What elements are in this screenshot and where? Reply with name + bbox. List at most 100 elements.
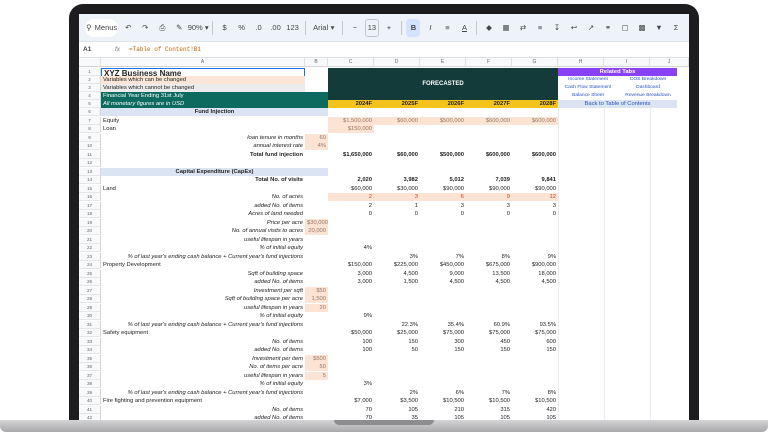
value-cell[interactable]: $10,500	[512, 397, 558, 405]
row-header[interactable]: 33	[79, 337, 101, 346]
value-cell[interactable]: $150,000	[328, 261, 374, 269]
row-header[interactable]: 40	[79, 397, 101, 405]
value-cell[interactable]: $675,000	[466, 261, 512, 269]
value-cell[interactable]: 70	[328, 414, 374, 420]
increase-decimal-button[interactable]: .00	[269, 19, 283, 37]
value-cell[interactable]: $600,000	[466, 116, 512, 125]
value-cell[interactable]: 12	[512, 193, 558, 201]
value-cell[interactable]: 1,500	[374, 278, 420, 286]
cos-breakdown-link[interactable]: COS Breakdown	[618, 76, 678, 84]
value-cell[interactable]: 18,000	[512, 270, 558, 278]
value-cell[interactable]: $50,000	[328, 329, 374, 337]
row-header[interactable]: 21	[79, 235, 101, 244]
balance-sheet-link[interactable]: Balance Sheet	[558, 92, 618, 100]
value-cell[interactable]: 6	[420, 193, 466, 201]
row-label-cell[interactable]: Acres of land needed	[101, 210, 305, 218]
print-icon[interactable]: ⎙	[155, 19, 169, 37]
value-cell[interactable]: 5	[305, 371, 328, 380]
value-cell[interactable]: $90,000	[420, 185, 466, 193]
value-cell[interactable]: 9,000	[420, 270, 466, 278]
dashboard-link[interactable]: Dashboard	[618, 84, 678, 92]
back-to-toc-link[interactable]: Back to Table of Contents	[558, 100, 677, 108]
value-cell[interactable]: 150	[420, 346, 466, 354]
increase-font-size-button[interactable]: +	[382, 19, 396, 37]
row-header[interactable]: 34	[79, 346, 101, 354]
value-cell[interactable]: $500,000	[420, 116, 466, 125]
row-label-cell[interactable]: % of initial equity	[101, 244, 305, 252]
row-label-cell[interactable]: Land	[101, 185, 305, 193]
value-cell[interactable]: 9	[466, 193, 512, 201]
row-header[interactable]: 10	[79, 142, 101, 150]
value-cell[interactable]: $50	[305, 286, 328, 295]
row-header[interactable]: 42	[79, 414, 101, 420]
merge-icon[interactable]: ⇄	[516, 19, 530, 37]
value-cell[interactable]: 3,982	[374, 176, 420, 184]
row-label-cell[interactable]: annual interest rate	[101, 142, 305, 150]
redo-icon[interactable]: ↷	[138, 19, 152, 37]
decrease-font-size-button[interactable]: −	[348, 19, 362, 37]
row-label-cell[interactable]: Fire fighting and prevention equipment	[101, 397, 305, 405]
value-cell[interactable]: $150,000	[328, 125, 374, 133]
borders-icon[interactable]: ▦	[499, 19, 513, 37]
bold-button[interactable]: B	[406, 18, 421, 37]
value-cell[interactable]: 50	[305, 363, 328, 371]
value-cell[interactable]: $500	[305, 354, 328, 363]
value-cell[interactable]: 8%	[512, 389, 558, 397]
value-cell[interactable]: $75,000	[466, 329, 512, 337]
row-label-cell[interactable]: No. of items	[101, 406, 305, 414]
row-header[interactable]: 31	[79, 320, 101, 329]
value-cell[interactable]: 450	[466, 338, 512, 346]
row-header[interactable]: 41	[79, 405, 101, 414]
row-label-cell[interactable]: Sqft of building space per acre	[101, 295, 305, 303]
value-cell[interactable]: 1,500	[305, 295, 328, 303]
functions-icon[interactable]: Σ	[669, 19, 683, 37]
value-cell[interactable]: $90,000	[512, 185, 558, 193]
value-cell[interactable]: 3	[512, 202, 558, 210]
row-label-cell[interactable]: useful lifespan in years	[101, 236, 305, 244]
value-cell[interactable]: $30,000	[374, 185, 420, 193]
row-label-cell[interactable]: % of last year's ending cash balance + C…	[101, 389, 305, 397]
row-header[interactable]: 23	[79, 252, 101, 261]
row-label-cell[interactable]: Investment per item	[101, 355, 305, 363]
font-size-input[interactable]: 13	[364, 18, 379, 37]
column-header-j[interactable]: J	[650, 58, 689, 67]
row-label-cell[interactable]: added No. of items	[101, 414, 305, 420]
value-cell[interactable]: 0	[328, 210, 374, 218]
value-cell[interactable]: 2	[328, 202, 374, 210]
section-header[interactable]: Fund Injection	[101, 108, 328, 116]
row-header[interactable]: 15	[79, 184, 101, 193]
value-cell[interactable]: $500,000	[420, 151, 466, 159]
value-cell[interactable]: 3	[374, 193, 420, 201]
row-header[interactable]: 18	[79, 210, 101, 218]
zoom-select[interactable]: 90% ▾	[188, 19, 209, 37]
row-header[interactable]: 6	[79, 108, 101, 116]
row-header[interactable]: 3	[79, 84, 101, 92]
row-header[interactable]: 19	[79, 218, 101, 227]
column-header-i[interactable]: I	[604, 58, 650, 67]
value-cell[interactable]: 0	[466, 210, 512, 218]
value-cell[interactable]: $7,000	[328, 397, 374, 405]
value-cell[interactable]: $60,000	[374, 116, 420, 125]
value-cell[interactable]: $1,500,000	[328, 116, 374, 125]
comment-icon[interactable]: ▢	[618, 19, 632, 37]
value-cell[interactable]: 2,020	[328, 176, 374, 184]
row-header[interactable]: 22	[79, 244, 101, 252]
column-header-b[interactable]: B	[305, 58, 328, 67]
row-header[interactable]: 25	[79, 269, 101, 278]
decrease-decimal-button[interactable]: .0	[252, 19, 266, 37]
row-label-cell[interactable]: Total No. of visits	[101, 176, 305, 184]
row-label-cell[interactable]: useful lifespan in years	[101, 304, 305, 312]
currency-format-button[interactable]: $	[218, 19, 232, 37]
value-cell[interactable]: 60.9%	[466, 321, 512, 329]
value-cell[interactable]: 210	[420, 406, 466, 414]
value-cell[interactable]: $60,000	[374, 151, 420, 159]
number-format-button[interactable]: 123	[286, 19, 300, 37]
row-header[interactable]: 39	[79, 388, 101, 397]
value-cell[interactable]: $75,000	[512, 329, 558, 337]
value-cell[interactable]: 4,500	[466, 278, 512, 286]
row-header[interactable]: 4	[79, 92, 101, 100]
value-cell[interactable]: 3%	[374, 253, 420, 261]
row-header[interactable]: 30	[79, 312, 101, 320]
row-label-cell[interactable]: Safety equipment	[101, 329, 305, 337]
column-header-d[interactable]: D	[374, 58, 420, 67]
